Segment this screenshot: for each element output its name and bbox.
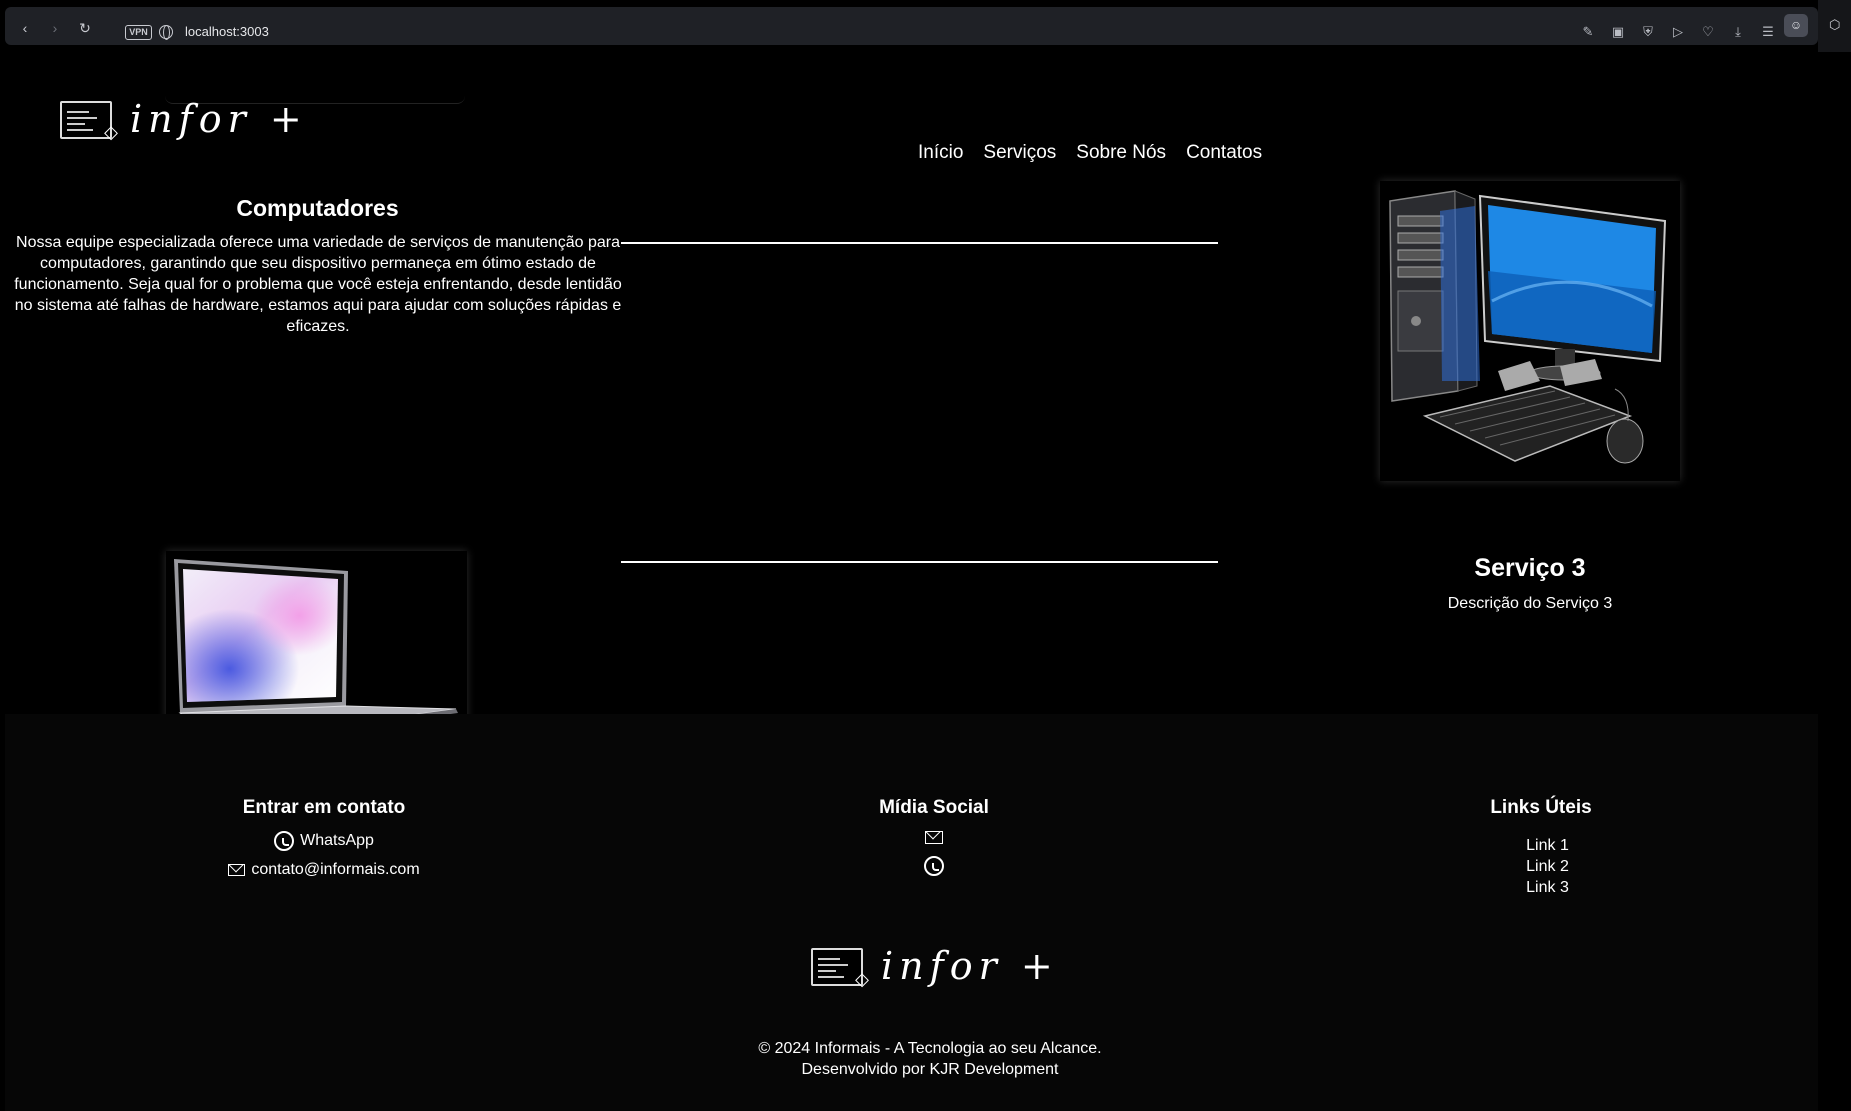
service-title: Computadores — [236, 195, 399, 221]
divider — [621, 242, 1218, 244]
reload-icon[interactable]: ↻ — [78, 21, 92, 35]
whatsapp-icon[interactable] — [924, 856, 944, 876]
nav-inicio[interactable]: Início — [918, 142, 963, 164]
email-contact[interactable]: contato@informais.com — [174, 861, 474, 879]
service-description: Descrição do Serviço 3 — [1447, 595, 1613, 612]
footer-link-3[interactable]: Link 3 — [1404, 877, 1691, 898]
service-title: Serviço 3 — [1474, 554, 1586, 582]
browser-toolbar: ‹ › ↻ VPN localhost:3003 ✎ ▣ ⛨ ▷ ♡ ⤓ ☰ ☺ — [5, 7, 1818, 45]
profile-icon[interactable]: ☺ — [1784, 14, 1808, 37]
contact-heading: Entrar em contato — [242, 797, 406, 818]
logo-wordmark: infor + — [130, 97, 308, 141]
nav-sobre-nos[interactable]: Sobre Nós — [1076, 142, 1166, 164]
copyright-text: © 2024 Informais - A Tecnologia ao seu A… — [758, 1040, 1102, 1057]
forward-icon[interactable]: › — [48, 21, 62, 35]
email-label: contato@informais.com — [251, 861, 420, 878]
nav-servicos[interactable]: Serviços — [983, 142, 1056, 164]
heart-icon[interactable]: ♡ — [1700, 24, 1716, 40]
vpn-badge[interactable]: VPN — [125, 25, 152, 40]
logo-wordmark: infor + — [881, 944, 1059, 988]
divider — [621, 561, 1218, 563]
whatsapp-contact[interactable]: WhatsApp — [174, 831, 474, 851]
footer: Entrar em contato WhatsApp contato@infor… — [5, 714, 1818, 1111]
download-icon[interactable]: ⤓ — [1730, 24, 1746, 40]
mail-icon — [228, 864, 246, 876]
cube-icon[interactable]: ⬡ — [1829, 17, 1845, 33]
social-heading: Mídia Social — [879, 797, 989, 818]
play-icon[interactable]: ▷ — [1670, 24, 1686, 40]
site-info-icon[interactable] — [159, 25, 173, 40]
back-icon[interactable]: ‹ — [18, 21, 32, 35]
footer-link-1[interactable]: Link 1 — [1404, 835, 1691, 856]
menu-icon[interactable]: ☰ — [1760, 24, 1776, 40]
site-logo[interactable]: ◇ infor + — [60, 97, 308, 142]
shield-icon[interactable]: ⛨ — [1640, 24, 1656, 40]
links-heading: Links Úteis — [1490, 797, 1592, 818]
address-bar[interactable]: localhost:3003 — [185, 24, 269, 39]
contact-column: Entrar em contato WhatsApp contato@infor… — [174, 797, 474, 889]
diamond-icon: ◇ — [104, 122, 118, 142]
whatsapp-label: WhatsApp — [300, 832, 374, 849]
developer-credit: Desenvolvido por KJR Development — [801, 1061, 1059, 1078]
footer-link-2[interactable]: Link 2 — [1404, 856, 1691, 877]
sidebar-strip: ⬡ — [1818, 0, 1851, 52]
monitor-icon: ◇ — [60, 101, 118, 142]
camera-icon[interactable]: ▣ — [1610, 24, 1626, 40]
social-column: Mídia Social — [784, 797, 1084, 888]
main-nav: Início Serviços Sobre Nós Contatos — [918, 142, 1262, 164]
footer-logo[interactable]: ◇ infor + — [811, 944, 1059, 989]
whatsapp-icon — [274, 831, 295, 851]
nav-contatos[interactable]: Contatos — [1186, 142, 1262, 164]
service-description: Nossa equipe especializada oferece uma v… — [14, 234, 622, 335]
mail-icon[interactable] — [925, 831, 943, 844]
links-column: Links Úteis Link 1 Link 2 Link 3 — [1391, 797, 1691, 898]
edit-icon[interactable]: ✎ — [1580, 24, 1596, 40]
desktop-computer-image — [1380, 181, 1680, 481]
copyright-block: © 2024 Informais - A Tecnologia ao seu A… — [5, 1038, 1851, 1080]
monitor-icon: ◇ — [811, 948, 869, 989]
diamond-icon: ◇ — [855, 969, 869, 989]
